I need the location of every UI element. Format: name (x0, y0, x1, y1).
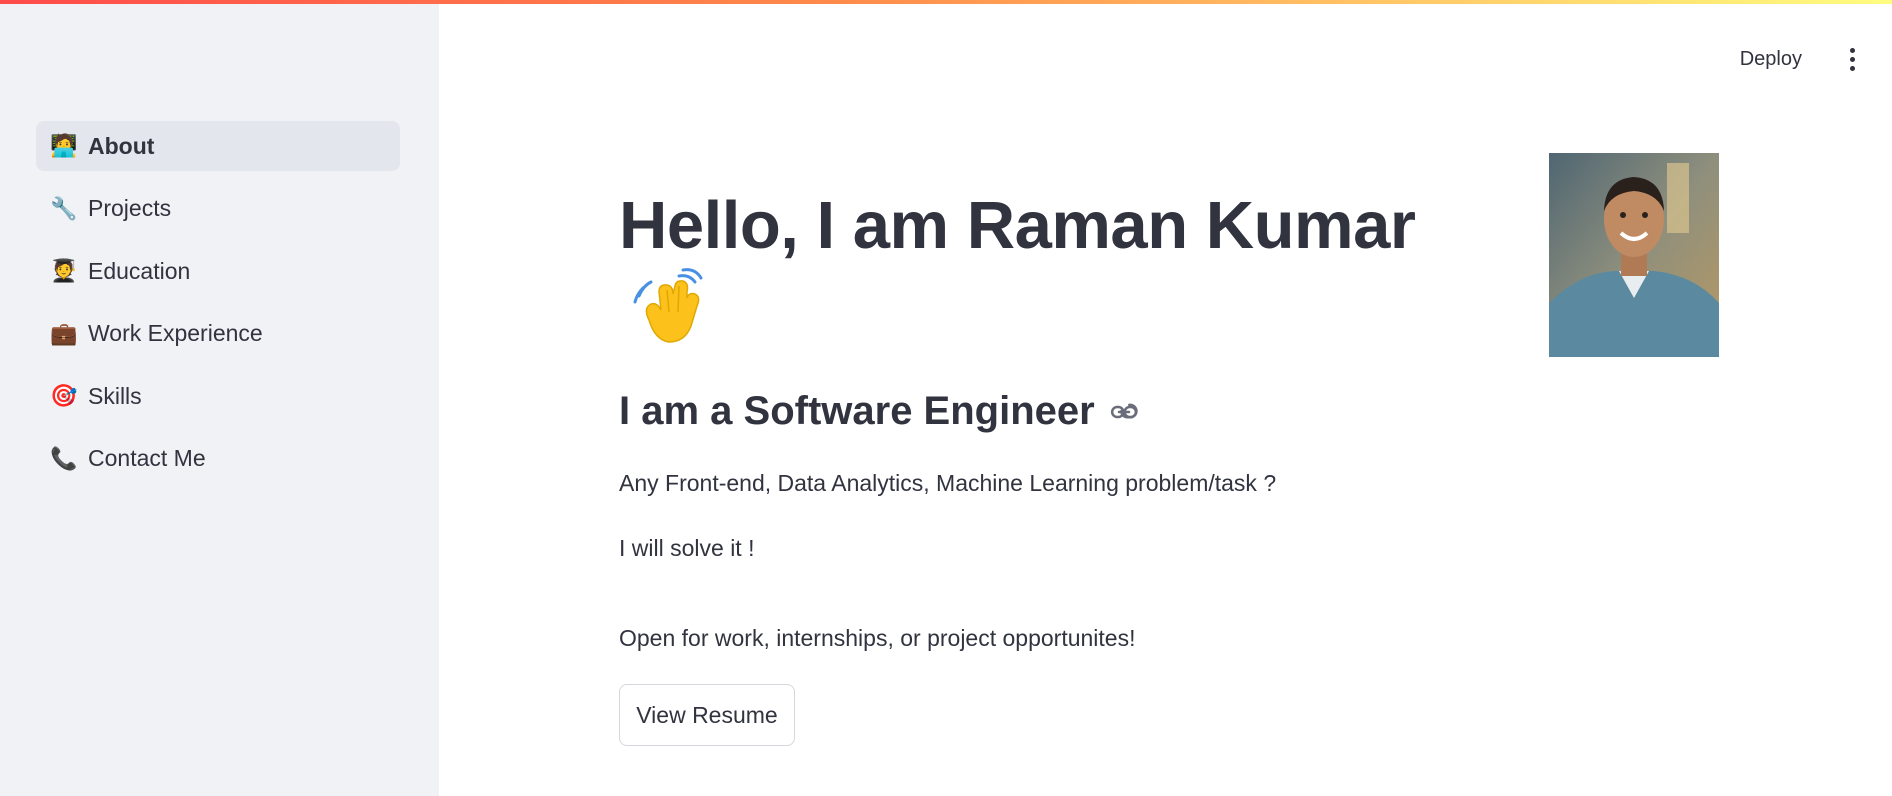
sidebar-item-education[interactable]: 🧑‍🎓 Education (36, 246, 400, 296)
waving-hand-icon (633, 268, 703, 343)
sidebar-item-projects[interactable]: 🔧 Projects (36, 184, 400, 234)
technologist-icon: 🧑‍💻 (50, 133, 78, 158)
sidebar-item-label: Projects (88, 195, 172, 221)
sidebar-item-label: Work Experience (88, 320, 263, 346)
link-icon[interactable] (1109, 397, 1139, 427)
graduate-icon: 🧑‍🎓 (50, 258, 78, 283)
briefcase-icon: 💼 (50, 320, 78, 346)
main-content: Hello, I am Raman Kumar I am a Software … (619, 0, 1719, 796)
sidebar-item-contact-me[interactable]: 📞 Contact Me (36, 434, 400, 484)
page-title: Hello, I am Raman Kumar (619, 188, 1416, 263)
top-decoration-bar (0, 0, 1892, 4)
sidebar-nav: 🧑‍💻 About 🔧 Projects 🧑‍🎓 Education 💼 Wor… (36, 121, 400, 496)
paragraph-solve: I will solve it ! (619, 535, 755, 561)
target-icon: 🎯 (50, 383, 78, 408)
sidebar-item-label: Skills (88, 382, 142, 409)
subheading: I am a Software Engineer (619, 389, 1139, 434)
sidebar-item-label: Contact Me (88, 445, 206, 471)
sidebar-item-label: About (88, 132, 155, 159)
wrench-icon: 🔧 (50, 195, 78, 221)
paragraph-intro: Any Front-end, Data Analytics, Machine L… (619, 470, 1277, 496)
view-resume-button[interactable]: View Resume (619, 684, 795, 746)
deploy-button[interactable]: Deploy (1740, 48, 1802, 71)
sidebar-item-label: Education (88, 257, 191, 284)
subheading-text: I am a Software Engineer (619, 389, 1095, 433)
sidebar-item-skills[interactable]: 🎯 Skills (36, 371, 400, 421)
sidebar-item-work-experience[interactable]: 💼 Work Experience (36, 309, 400, 359)
sidebar: 🧑‍💻 About 🔧 Projects 🧑‍🎓 Education 💼 Wor… (0, 0, 439, 796)
kebab-menu-icon[interactable] (1842, 44, 1862, 74)
profile-photo (1549, 153, 1719, 357)
sidebar-item-about[interactable]: 🧑‍💻 About (36, 121, 400, 171)
telephone-icon: 📞 (50, 445, 78, 471)
header-toolbar: Deploy (1740, 44, 1892, 74)
paragraph-open-for-work: Open for work, internships, or project o… (619, 625, 1136, 651)
